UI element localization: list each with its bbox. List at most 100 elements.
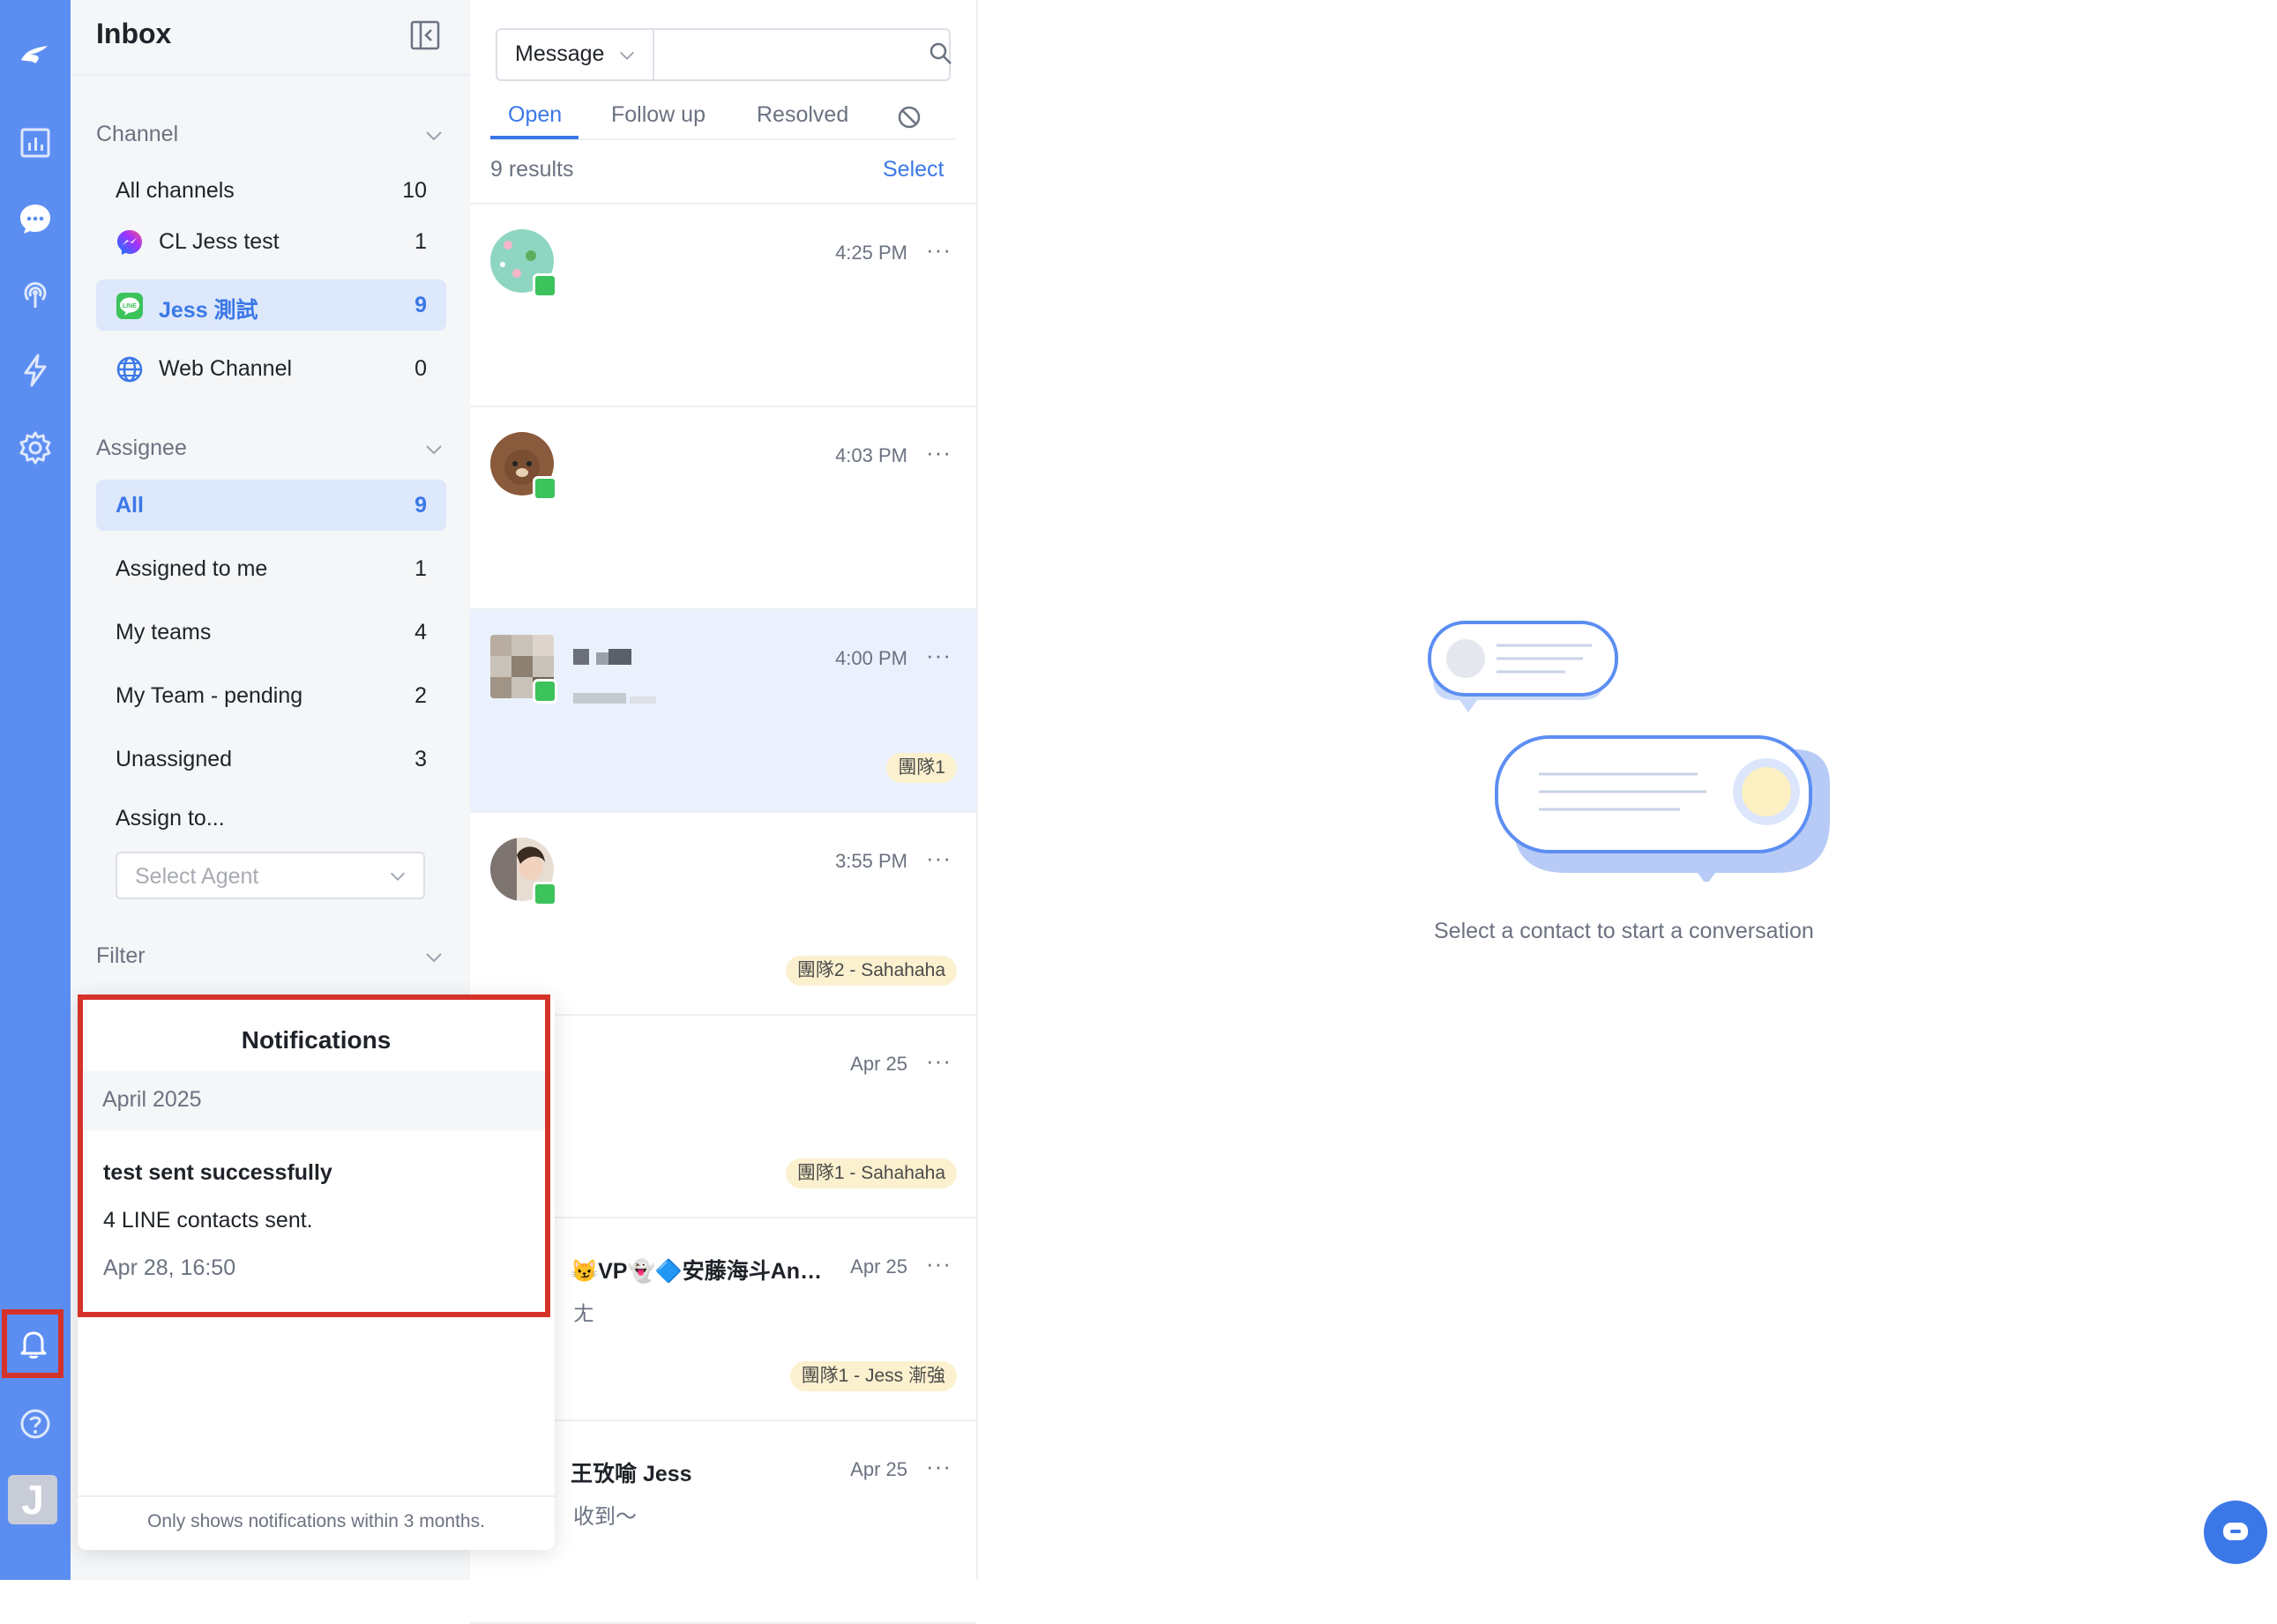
team-tag: 團隊1 - Jess 漸強: [789, 1361, 957, 1391]
settings-icon[interactable]: [11, 423, 60, 473]
chevron-down-icon: [391, 872, 405, 881]
team-tag: 團隊1: [886, 753, 957, 783]
channel-count: 9: [414, 293, 427, 317]
more-options-icon[interactable]: ···: [926, 1250, 952, 1278]
blurred-preview: [573, 691, 658, 705]
assignee-item-my-team-pending[interactable]: My Team - pending 2: [96, 670, 446, 721]
notification-body: 4 LINE contacts sent.: [103, 1208, 313, 1233]
channel-item-all[interactable]: All channels 10: [96, 165, 446, 216]
conversation-time: 3:55 PM: [835, 850, 907, 872]
conversation-time: Apr 25: [850, 1458, 907, 1480]
search-input[interactable]: [656, 34, 898, 78]
line-badge-icon: [533, 882, 557, 906]
conversation-item[interactable]: 3:55 PM ··· 團隊2 - Sahahaha: [470, 813, 976, 1016]
blurred-name: [573, 647, 635, 667]
assignee-item-assigned-to-me[interactable]: Assigned to me 1: [96, 543, 446, 594]
reports-icon[interactable]: [11, 118, 60, 168]
more-options-icon[interactable]: ···: [926, 642, 952, 669]
notification-title[interactable]: test sent successfully: [103, 1160, 332, 1186]
assign-to-label: Assign to...: [116, 806, 225, 831]
assignee-item-all[interactable]: All 9: [96, 480, 446, 531]
collapse-sidebar-icon[interactable]: [409, 19, 441, 51]
more-options-icon[interactable]: ···: [926, 1453, 952, 1480]
empty-state-illustration: [1428, 621, 1830, 882]
conversation-item[interactable]: 4:00 PM ··· 團隊1: [470, 610, 976, 813]
assignee-label: Assigned to me: [116, 556, 268, 581]
bell-icon[interactable]: [9, 1319, 58, 1368]
logo-icon[interactable]: [11, 30, 60, 79]
support-chat-button[interactable]: [2204, 1501, 2267, 1564]
notifications-footer: Only shows notifications within 3 months…: [147, 1511, 485, 1531]
blocked-icon[interactable]: [896, 104, 922, 130]
notifications-month-header: April 2025: [83, 1071, 545, 1130]
select-agent-dropdown[interactable]: Select Agent: [116, 852, 425, 899]
more-options-icon[interactable]: ···: [926, 845, 952, 872]
user-avatar[interactable]: J: [8, 1475, 57, 1524]
assignee-item-my-teams[interactable]: My teams 4: [96, 607, 446, 658]
page-title: Inbox: [96, 18, 172, 49]
chevron-down-icon: [620, 51, 634, 60]
automation-icon[interactable]: [11, 346, 60, 395]
tab-open[interactable]: Open: [508, 102, 562, 128]
select-button[interactable]: Select: [883, 157, 944, 183]
conversation-name: 王攷喻 Jess: [571, 1462, 692, 1486]
search-type-select[interactable]: Message: [497, 30, 654, 79]
chevron-down-icon[interactable]: [423, 947, 444, 968]
more-options-icon[interactable]: ···: [926, 1047, 952, 1075]
nav-rail: J: [0, 0, 71, 1580]
assignee-item-unassigned[interactable]: Unassigned 3: [96, 734, 446, 785]
search-type-value: Message: [515, 41, 605, 66]
assignee-count: 9: [414, 493, 427, 518]
help-icon[interactable]: [11, 1399, 60, 1449]
tab-active-indicator: [490, 136, 579, 139]
empty-state-text: Select a contact to start a conversation: [1434, 919, 1814, 943]
more-options-icon[interactable]: ···: [926, 439, 952, 466]
channel-label: CL Jess test: [159, 229, 280, 254]
more-options-icon[interactable]: ···: [926, 236, 952, 264]
channel-item-messenger[interactable]: CL Jess test 1: [96, 216, 446, 267]
notifications-title: Notifications: [241, 1026, 392, 1054]
search-bar: Message: [496, 28, 954, 81]
broadcast-icon[interactable]: [11, 270, 60, 319]
team-tag: 團隊1 - Sahahaha: [785, 1158, 957, 1188]
conversation-item[interactable]: 4:03 PM ···: [470, 407, 976, 610]
channel-item-line[interactable]: LINE Jess 測試 9: [96, 279, 446, 331]
assignee-count: 2: [414, 683, 427, 708]
assignee-count: 1: [414, 556, 427, 581]
results-count: 9 results: [490, 157, 574, 182]
sidebar-header: Inbox: [71, 0, 470, 76]
line-badge-icon: [533, 679, 557, 704]
channel-label: Web Channel: [159, 356, 293, 381]
chevron-down-icon[interactable]: [423, 125, 444, 146]
tab-follow-up[interactable]: Follow up: [611, 102, 705, 128]
conversation-item[interactable]: 4:25 PM ···: [470, 205, 976, 407]
filter-section-title: Filter: [96, 943, 146, 968]
conversation-name: 😼VP👻🔷安藤海斗Ando...: [571, 1259, 826, 1284]
conversation-time: 4:00 PM: [835, 647, 907, 669]
assignee-count: 3: [414, 747, 427, 771]
chat-icon[interactable]: [11, 194, 60, 243]
line-icon: LINE: [116, 293, 143, 319]
conversation-preview: 收到～: [573, 1505, 637, 1529]
conversation-time: 4:03 PM: [835, 444, 907, 466]
chevron-down-icon[interactable]: [423, 439, 444, 460]
channel-count: 10: [402, 178, 427, 203]
messenger-icon: [117, 230, 142, 255]
select-agent-placeholder: Select Agent: [135, 864, 259, 889]
assignee-label: My Team - pending: [116, 683, 303, 708]
channel-section-title: Channel: [96, 122, 179, 146]
channel-item-web[interactable]: Web Channel 0: [96, 343, 446, 394]
divider: [78, 1495, 555, 1497]
assignee-label: Unassigned: [116, 747, 233, 771]
channel-count: 1: [414, 229, 427, 254]
tab-resolved[interactable]: Resolved: [757, 102, 848, 128]
month-label: April 2025: [102, 1087, 202, 1112]
search-icon[interactable]: [928, 41, 954, 67]
assignee-label: My teams: [116, 620, 212, 644]
conversation-time: Apr 25: [850, 1255, 907, 1278]
chat-bubble-icon: [2223, 1523, 2248, 1540]
svg-text:LINE: LINE: [123, 303, 137, 309]
notifications-popover: Notifications April 2025 test sent succe…: [78, 995, 555, 1550]
globe-icon: [116, 356, 143, 383]
conversation-time: Apr 25: [850, 1053, 907, 1075]
